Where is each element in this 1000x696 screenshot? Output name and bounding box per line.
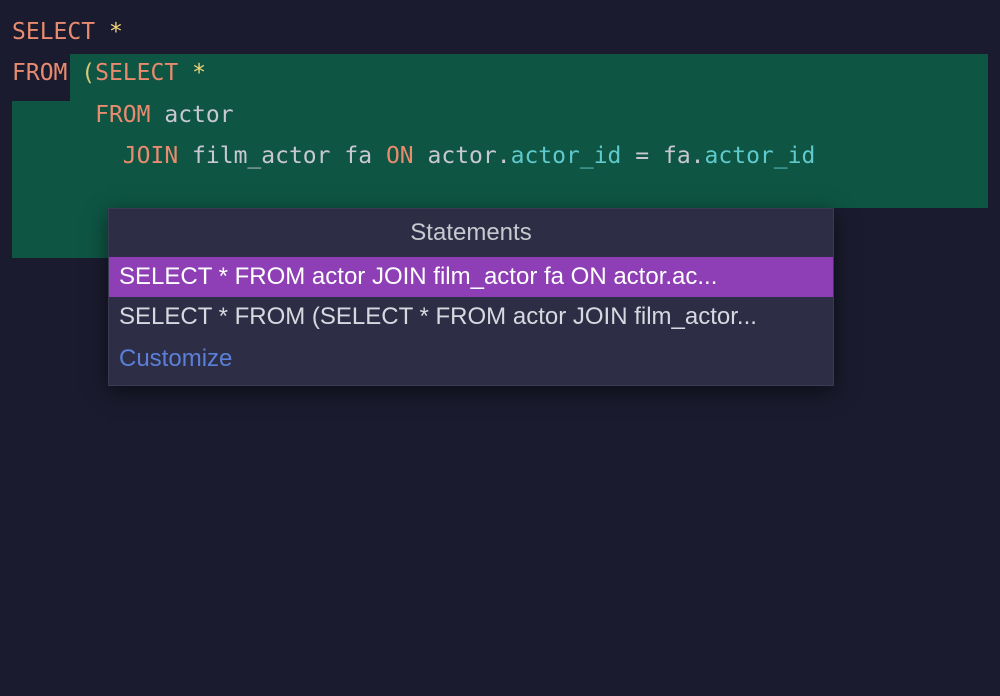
popup-item-selected[interactable]: SELECT * FROM actor JOIN film_actor fa O… bbox=[109, 257, 833, 297]
asterisk: * bbox=[109, 19, 123, 45]
dot: . bbox=[691, 143, 705, 169]
asterisk: * bbox=[192, 60, 206, 86]
table-ref: actor bbox=[428, 143, 497, 169]
keyword-select: SELECT bbox=[12, 19, 95, 45]
table-name: film_actor bbox=[192, 143, 330, 169]
keyword-join: JOIN bbox=[123, 143, 178, 169]
field-name: actor_id bbox=[511, 143, 622, 169]
code-line-1[interactable]: SELECT * bbox=[12, 12, 1000, 53]
popup-item[interactable]: SELECT * FROM (SELECT * FROM actor JOIN … bbox=[109, 297, 833, 337]
dot: . bbox=[497, 143, 511, 169]
popup-header: Statements bbox=[109, 209, 833, 257]
statements-popup: Statements SELECT * FROM actor JOIN film… bbox=[108, 208, 834, 386]
table-name: actor bbox=[164, 102, 233, 128]
code-line-4[interactable]: JOIN film_actor fa ON actor.actor_id = f… bbox=[12, 136, 1000, 177]
field-name: actor_id bbox=[705, 143, 816, 169]
keyword-from: FROM bbox=[95, 102, 150, 128]
code-editor[interactable]: SELECT * FROM (SELECT * FROM actor JOIN … bbox=[0, 0, 1000, 178]
code-line-3[interactable]: FROM actor bbox=[12, 95, 1000, 136]
popup-customize-link[interactable]: Customize bbox=[109, 337, 833, 385]
keyword-select: SELECT bbox=[95, 60, 178, 86]
table-alias: fa bbox=[344, 143, 372, 169]
table-ref: fa bbox=[663, 143, 691, 169]
highlight-region bbox=[12, 208, 108, 258]
equals-operator: = bbox=[635, 143, 649, 169]
keyword-on: ON bbox=[386, 143, 414, 169]
keyword-from: FROM bbox=[12, 60, 67, 86]
code-line-2[interactable]: FROM (SELECT * bbox=[12, 53, 1000, 94]
open-paren: ( bbox=[81, 60, 95, 86]
